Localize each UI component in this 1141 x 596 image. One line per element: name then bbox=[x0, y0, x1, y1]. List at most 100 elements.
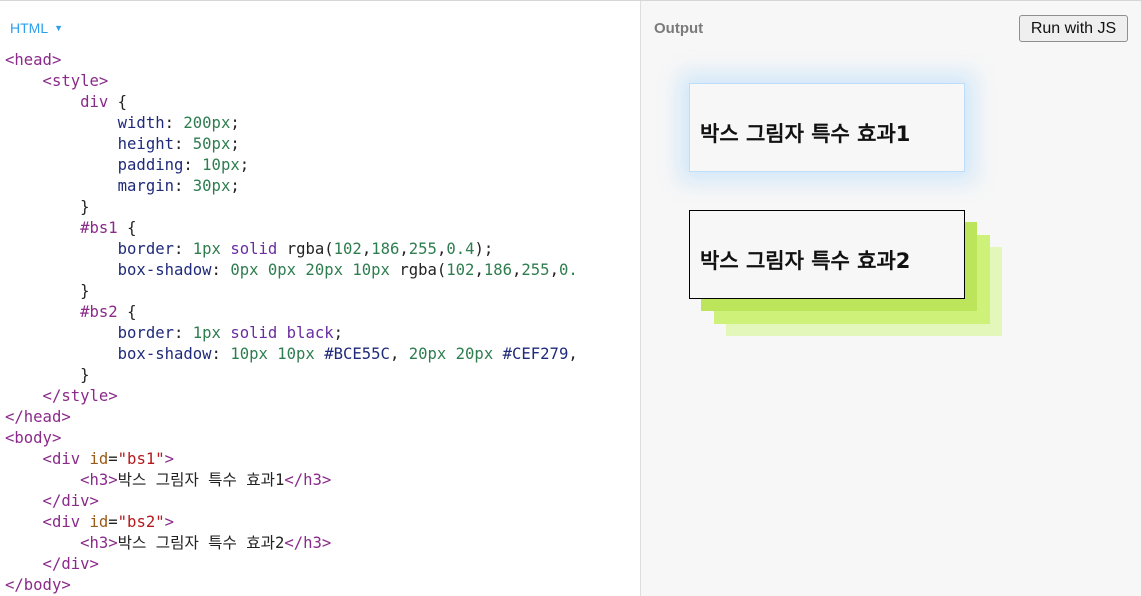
code-token: { bbox=[127, 219, 137, 237]
code-token: <div bbox=[5, 450, 90, 468]
code-token: : bbox=[211, 261, 231, 279]
code-line: </div> bbox=[5, 491, 578, 512]
code-token: box-shadow bbox=[5, 345, 212, 363]
code-line: } bbox=[5, 197, 578, 218]
code-line: margin: 30px; bbox=[5, 176, 578, 197]
code-token: </h3> bbox=[284, 534, 332, 552]
code-line: <style> bbox=[5, 71, 578, 92]
code-token: , bbox=[436, 240, 447, 258]
code-token: , bbox=[389, 345, 409, 363]
code-token: , bbox=[549, 261, 559, 279]
code-token: rgba( bbox=[399, 261, 447, 279]
code-token: padding bbox=[5, 156, 184, 174]
code-token: : bbox=[174, 135, 193, 153]
code-editor[interactable]: <head> <style> div { width: 200px; heigh… bbox=[5, 50, 578, 596]
code-token: ; bbox=[239, 156, 250, 174]
code-token: , bbox=[399, 240, 409, 258]
code-line: width: 200px; bbox=[5, 113, 578, 134]
code-token: = bbox=[108, 450, 118, 468]
code-line: #bs1 { bbox=[5, 218, 578, 239]
code-token: border bbox=[5, 324, 174, 342]
code-line: <head> bbox=[5, 50, 578, 71]
code-token: 102 bbox=[333, 240, 362, 258]
output-pane: Output Run with JS 박스 그림자 특수 효과1 박스 그림자 … bbox=[641, 1, 1141, 596]
code-token: <head> bbox=[5, 51, 62, 69]
code-token: 255 bbox=[521, 261, 550, 279]
code-token: </head> bbox=[5, 408, 71, 426]
code-token: ); bbox=[474, 240, 494, 258]
code-token: : bbox=[183, 156, 203, 174]
output-label: Output bbox=[654, 20, 704, 37]
code-token: #BCE55C bbox=[324, 345, 390, 363]
code-token: 1px bbox=[192, 324, 231, 342]
code-token: ; bbox=[230, 177, 240, 195]
code-line: <h3>박스 그림자 특수 효과2</h3> bbox=[5, 533, 578, 554]
language-selector[interactable]: HTML ▼ bbox=[10, 20, 63, 36]
code-token: , bbox=[512, 261, 522, 279]
code-token: : bbox=[164, 114, 184, 132]
code-token: : bbox=[211, 345, 231, 363]
code-token: </style> bbox=[5, 387, 118, 405]
code-line: box-shadow: 10px 10px #BCE55C, 20px 20px… bbox=[5, 344, 578, 365]
code-token: 186 bbox=[483, 261, 513, 279]
code-token: </body> bbox=[5, 576, 71, 594]
code-token: : bbox=[174, 177, 193, 195]
code-token: } bbox=[5, 198, 90, 216]
code-line: border: 1px solid rgba(102,186,255,0.4); bbox=[5, 239, 578, 260]
code-line: } bbox=[5, 365, 578, 386]
code-token: <div bbox=[5, 513, 90, 531]
shadow-box-2-heading: 박스 그림자 특수 효과2 bbox=[700, 249, 911, 273]
code-token: solid bbox=[230, 240, 287, 258]
code-token: id bbox=[89, 513, 109, 531]
code-token: ; bbox=[333, 324, 344, 342]
caret-down-icon: ▼ bbox=[54, 23, 64, 33]
code-token: 102 bbox=[446, 261, 475, 279]
code-token: > bbox=[164, 450, 175, 468]
code-token: } bbox=[5, 366, 90, 384]
code-token: div bbox=[5, 93, 118, 111]
code-token: 0px 0px 20px 10px bbox=[230, 261, 400, 279]
shadow-box-1: 박스 그림자 특수 효과1 bbox=[689, 83, 965, 172]
code-token: 0. bbox=[558, 261, 578, 279]
code-line: <div id="bs2"> bbox=[5, 512, 578, 533]
code-token: "bs2" bbox=[117, 513, 165, 531]
code-token: 50px bbox=[192, 135, 231, 153]
code-line: box-shadow: 0px 0px 20px 10px rgba(102,1… bbox=[5, 260, 578, 281]
run-with-js-button[interactable]: Run with JS bbox=[1019, 15, 1128, 42]
code-token: width bbox=[5, 114, 165, 132]
code-token: 1px bbox=[192, 240, 231, 258]
code-token: : bbox=[174, 240, 193, 258]
code-line: </body> bbox=[5, 575, 578, 596]
code-token: 10px bbox=[202, 156, 240, 174]
code-token: </div> bbox=[5, 555, 99, 573]
code-token: 200px bbox=[183, 114, 231, 132]
code-token: 186 bbox=[371, 240, 400, 258]
code-line: </head> bbox=[5, 407, 578, 428]
code-token: ; bbox=[230, 114, 240, 132]
code-token: { bbox=[127, 303, 137, 321]
code-token: 20px 20px bbox=[408, 345, 503, 363]
code-token: 박스 그림자 특수 효과1 bbox=[117, 471, 285, 489]
code-line: border: 1px solid black; bbox=[5, 323, 578, 344]
code-token: 255 bbox=[408, 240, 437, 258]
code-token: 10px 10px bbox=[230, 345, 325, 363]
code-token: 30px bbox=[192, 177, 231, 195]
shadow-box-1-heading: 박스 그림자 특수 효과1 bbox=[700, 122, 911, 146]
code-token: box-shadow bbox=[5, 261, 212, 279]
code-token: <style> bbox=[5, 72, 109, 90]
language-label: HTML bbox=[10, 20, 49, 36]
code-line: padding: 10px; bbox=[5, 155, 578, 176]
code-token: <h3> bbox=[5, 471, 118, 489]
code-line: </style> bbox=[5, 386, 578, 407]
code-line: height: 50px; bbox=[5, 134, 578, 155]
code-token: 0.4 bbox=[446, 240, 475, 258]
code-token: border bbox=[5, 240, 174, 258]
code-line: <body> bbox=[5, 428, 578, 449]
code-token: : bbox=[174, 324, 193, 342]
code-editor-pane[interactable]: HTML ▼ <head> <style> div { width: 200px… bbox=[0, 1, 640, 596]
code-token: ; bbox=[230, 135, 240, 153]
code-token: <body> bbox=[5, 429, 62, 447]
code-token: , bbox=[568, 345, 578, 363]
code-token: <h3> bbox=[5, 534, 118, 552]
code-token: #CEF279 bbox=[502, 345, 569, 363]
